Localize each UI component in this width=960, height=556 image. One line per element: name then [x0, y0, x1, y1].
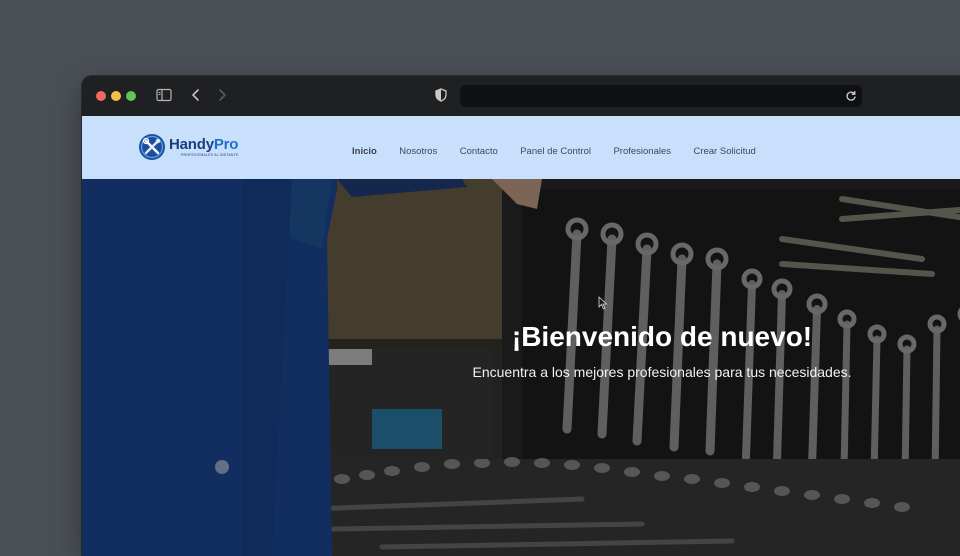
hero-title: ¡Bienvenido de nuevo!: [511, 321, 813, 352]
site-navbar: HandyPro PROFESIONALES AL INSTANTE Inici…: [82, 116, 960, 179]
logo-name-main: Handy: [169, 136, 214, 153]
maximize-window-button[interactable]: [126, 91, 136, 101]
mouse-cursor-icon: [598, 296, 608, 310]
main-navigation: Inicio Nosotros Contacto Panel de Contro…: [352, 141, 774, 159]
web-page: HandyPro PROFESIONALES AL INSTANTE Inici…: [82, 116, 960, 556]
nav-link-inicio[interactable]: Inicio: [352, 146, 377, 157]
nav-link-crear-solicitud[interactable]: Crear Solicitud: [693, 146, 755, 157]
address-bar[interactable]: [460, 85, 862, 107]
browser-titlebar: [82, 76, 960, 116]
logo-tagline: PROFESIONALES AL INSTANTE: [181, 153, 239, 157]
reload-icon[interactable]: [845, 90, 857, 102]
browser-window: HandyPro PROFESIONALES AL INSTANTE Inici…: [82, 76, 960, 556]
nav-link-contacto[interactable]: Contacto: [460, 146, 498, 157]
back-icon[interactable]: [191, 88, 201, 102]
sidebar-icon[interactable]: [156, 88, 172, 102]
hero-section: ¡Bienvenido de nuevo! Encuentra a los me…: [82, 179, 960, 556]
forward-icon[interactable]: [217, 88, 227, 102]
hero-subtitle: Encuentra a los mejores profesionales pa…: [472, 364, 852, 380]
tools-logo-icon: [139, 134, 165, 160]
shield-icon[interactable]: [435, 88, 447, 102]
nav-link-profesionales[interactable]: Profesionales: [613, 146, 671, 157]
nav-link-nosotros[interactable]: Nosotros: [399, 146, 437, 157]
logo-wordmark: HandyPro: [169, 136, 238, 153]
close-window-button[interactable]: [96, 91, 106, 101]
nav-link-panel-de-control[interactable]: Panel de Control: [520, 146, 591, 157]
minimize-window-button[interactable]: [111, 91, 121, 101]
logo-name-accent: Pro: [213, 136, 239, 153]
